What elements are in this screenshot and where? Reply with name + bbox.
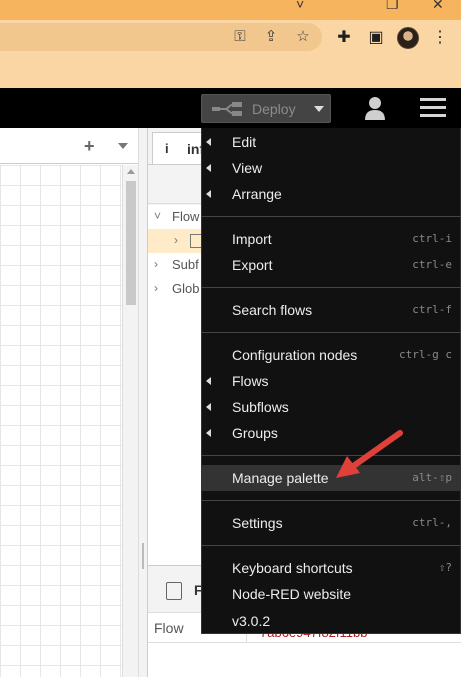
deploy-label: Deploy	[252, 101, 296, 117]
menu-item-configuration-nodes[interactable]: Configuration nodes ctrl-g c	[202, 342, 461, 368]
menu-shortcut: ctrl-e	[412, 258, 452, 271]
menu-item-label: Settings	[232, 515, 283, 531]
menu-item-label: Edit	[232, 134, 257, 150]
extensions-icon[interactable]: ✚	[332, 26, 356, 50]
menu-item-subflows[interactable]: Subflows	[202, 394, 461, 420]
menu-shortcut: ctrl-g c	[399, 348, 452, 361]
deploy-button[interactable]: Deploy	[201, 94, 331, 123]
scrollbar-thumb[interactable]	[126, 181, 136, 305]
deploy-icon	[212, 102, 242, 116]
menu-item-label: Arrange	[232, 186, 282, 202]
menu-shortcut: ctrl-i	[412, 232, 452, 245]
menu-item-label: View	[232, 160, 263, 176]
menu-item-label: Configuration nodes	[232, 347, 358, 363]
chevron-right-icon[interactable]: ›	[154, 281, 158, 295]
menu-shortcut: alt-⇧p	[412, 471, 452, 484]
menu-item-export[interactable]: Export ctrl-e	[202, 252, 461, 278]
sidebar-separator[interactable]	[138, 128, 148, 677]
user-icon[interactable]	[362, 94, 388, 122]
menu-item-label: Import	[232, 231, 272, 247]
tab-info[interactable]: i inf	[152, 132, 206, 164]
menu-item-edit[interactable]: Edit	[202, 129, 461, 155]
menu-item-label: Subflows	[232, 399, 289, 415]
menu-shortcut: ctrl-f	[412, 303, 452, 316]
menu-divider	[202, 332, 461, 333]
submenu-arrow-icon	[206, 164, 211, 172]
menu-item-search-flows[interactable]: Search flows ctrl-f	[202, 297, 461, 323]
close-icon[interactable]: ✕	[432, 0, 444, 13]
restore-icon[interactable]: ❐	[386, 0, 399, 13]
address-bar[interactable]: ⚿ ⇪ ☆	[0, 23, 322, 51]
browser-title-bar: ˅ ❐ ✕	[0, 0, 461, 20]
menu-item-label: Search flows	[232, 302, 313, 318]
submenu-arrow-icon	[206, 377, 211, 385]
submenu-arrow-icon	[206, 429, 211, 437]
flow-canvas[interactable]	[0, 165, 122, 677]
tree-label: Flow	[172, 209, 200, 224]
chevron-right-icon[interactable]: ›	[174, 233, 178, 247]
key-icon[interactable]: ⚿	[229, 27, 251, 47]
menu-item-settings[interactable]: Settings ctrl-,	[202, 510, 461, 536]
chevron-down-icon[interactable]: ˅	[296, 0, 304, 12]
menu-item-label: Flows	[232, 373, 269, 389]
main-menu-dropdown: Edit View Arrange Import ctrl-i Export c…	[201, 128, 461, 634]
submenu-arrow-icon	[206, 190, 211, 198]
version-label: v3.0.2	[232, 613, 271, 629]
separator-grip[interactable]	[142, 543, 144, 569]
menu-item-label: Keyboard shortcuts	[232, 560, 353, 576]
menu-divider	[202, 216, 461, 217]
scroll-up-icon[interactable]	[127, 169, 135, 174]
flow-icon	[166, 582, 182, 600]
chevron-down-icon[interactable]: ˅	[154, 209, 161, 223]
menu-item-label: Export	[232, 257, 273, 273]
annotation-arrow-icon	[336, 430, 403, 478]
menu-item-label: Node-RED website	[232, 586, 352, 602]
browser-toolbar-lower	[0, 56, 461, 88]
menu-divider	[202, 500, 461, 501]
submenu-arrow-icon	[206, 403, 211, 411]
menu-item-label: Manage palette	[232, 470, 329, 486]
tree-label: Subf	[172, 257, 199, 272]
canvas-vertical-scrollbar[interactable]	[122, 165, 138, 677]
kebab-menu-icon[interactable]: ⋮	[428, 26, 452, 50]
menu-item-import[interactable]: Import ctrl-i	[202, 226, 461, 252]
menu-item-label: Groups	[232, 425, 278, 441]
sidebar-footer	[148, 643, 461, 677]
menu-shortcut: ⇧?	[438, 561, 452, 574]
bookmark-star-icon[interactable]: ☆	[292, 27, 314, 47]
chevron-down-icon[interactable]	[314, 106, 324, 112]
menu-item-flows[interactable]: Flows	[202, 368, 461, 394]
hamburger-menu-icon[interactable]	[420, 98, 446, 120]
info-icon: i	[165, 141, 169, 156]
menu-item-node-red-website[interactable]: Node-RED website	[202, 581, 461, 607]
menu-item-keyboard-shortcuts[interactable]: Keyboard shortcuts ⇧?	[202, 555, 461, 581]
profile-avatar[interactable]	[397, 27, 419, 49]
add-flow-icon[interactable]: +	[84, 136, 95, 157]
submenu-arrow-icon	[206, 138, 211, 146]
menu-item-view[interactable]: View	[202, 155, 461, 181]
menu-shortcut: ctrl-,	[412, 516, 452, 529]
chevron-right-icon[interactable]: ›	[154, 257, 158, 271]
share-icon[interactable]: ⇪	[260, 27, 282, 47]
menu-item-arrange[interactable]: Arrange	[202, 181, 461, 207]
chevron-down-icon[interactable]	[118, 143, 128, 149]
sidepanel-icon[interactable]: ▣	[364, 26, 388, 50]
tree-label: Glob	[172, 281, 200, 296]
browser-toolbar: ⚿ ⇪ ☆ ✚ ▣ ⋮	[0, 20, 461, 56]
menu-divider	[202, 545, 461, 546]
property-key: Flow	[154, 620, 184, 636]
menu-divider	[202, 287, 461, 288]
